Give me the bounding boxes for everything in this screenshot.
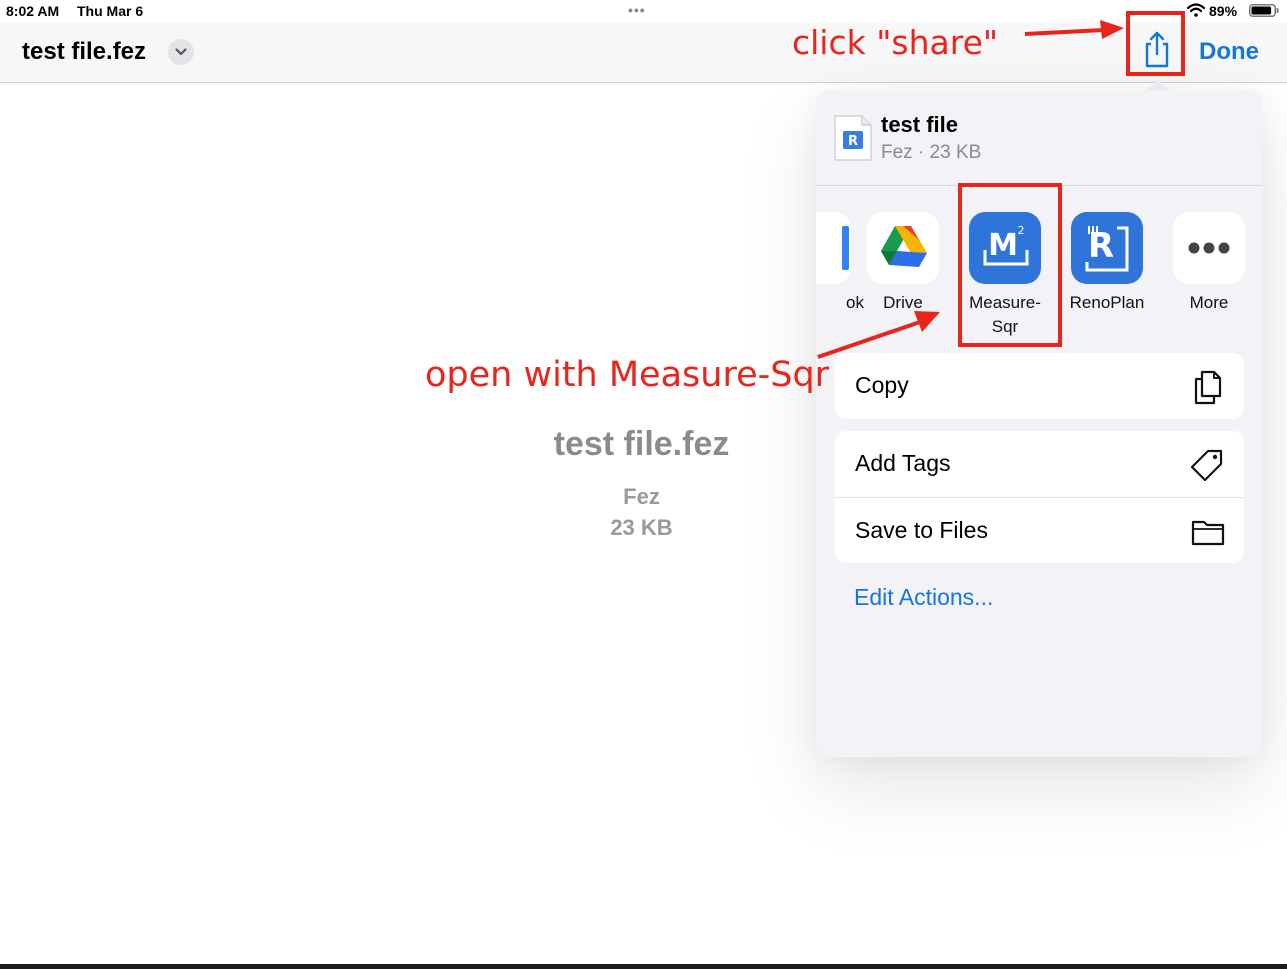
edit-actions-link[interactable]: Edit Actions... — [854, 584, 993, 611]
action-label-copy: Copy — [855, 372, 909, 398]
screen: 8:02 AM Thu Mar 6 ••• 89% test file.fez … — [0, 0, 1287, 969]
annotation-box-measure-sqr — [958, 183, 1062, 347]
action-label-save-to-files: Save to Files — [855, 517, 988, 543]
chevron-down-icon — [175, 48, 187, 56]
share-file-meta: Fez · 23 KB — [881, 142, 982, 163]
app-label-drive: Drive — [883, 293, 923, 312]
renoplan-icon: R — [1071, 212, 1143, 284]
bottom-edge — [0, 964, 1287, 969]
share-app-more[interactable]: More — [1158, 212, 1260, 315]
add-tags-action[interactable]: Add Tags — [835, 431, 1244, 497]
status-date: Thu Mar 6 — [77, 3, 144, 19]
share-file-name: test file — [881, 112, 959, 137]
save-to-files-action[interactable]: Save to Files — [835, 497, 1244, 563]
title-menu-button[interactable] — [168, 39, 194, 65]
document-title[interactable]: test file.fez — [22, 38, 146, 66]
annotation-click-share: click "share" — [792, 23, 999, 62]
svg-text:R: R — [848, 134, 858, 149]
battery-percent: 89% — [1209, 3, 1238, 19]
battery-fill — [1251, 6, 1272, 15]
folder-icon — [1191, 520, 1225, 546]
status-time: 8:02 AM — [6, 3, 60, 19]
done-button[interactable]: Done — [1199, 38, 1259, 66]
multitasking-dots-icon[interactable]: ••• — [628, 2, 646, 18]
app-label-more: More — [1189, 293, 1229, 312]
tag-icon — [1190, 449, 1223, 482]
app-label-renoplan: RenoPlan — [1069, 293, 1145, 312]
battery-icon — [1249, 4, 1279, 17]
annotation-box-share — [1126, 11, 1185, 76]
share-app-renoplan[interactable]: R RenoPlan — [1056, 212, 1158, 315]
annotation-open-with: open with Measure-Sqr — [425, 355, 830, 395]
action-group-copy: Copy — [835, 353, 1244, 419]
wifi-icon — [1187, 3, 1205, 17]
google-drive-icon — [867, 212, 939, 284]
action-label-add-tags: Add Tags — [855, 450, 951, 476]
more-icon — [1173, 212, 1245, 284]
file-icon: R — [834, 115, 872, 161]
share-sheet-header: R test file Fez · 23 KB — [816, 90, 1262, 186]
copy-action[interactable]: Copy — [835, 353, 1244, 419]
share-app-drive[interactable]: Drive — [852, 212, 954, 315]
copy-icon — [1194, 370, 1222, 405]
book-app-icon — [816, 212, 851, 284]
svg-text:R: R — [1088, 226, 1114, 266]
navigation-bar: test file.fez Done — [0, 22, 1287, 83]
action-group-files: Add Tags Save to Files — [835, 431, 1244, 563]
